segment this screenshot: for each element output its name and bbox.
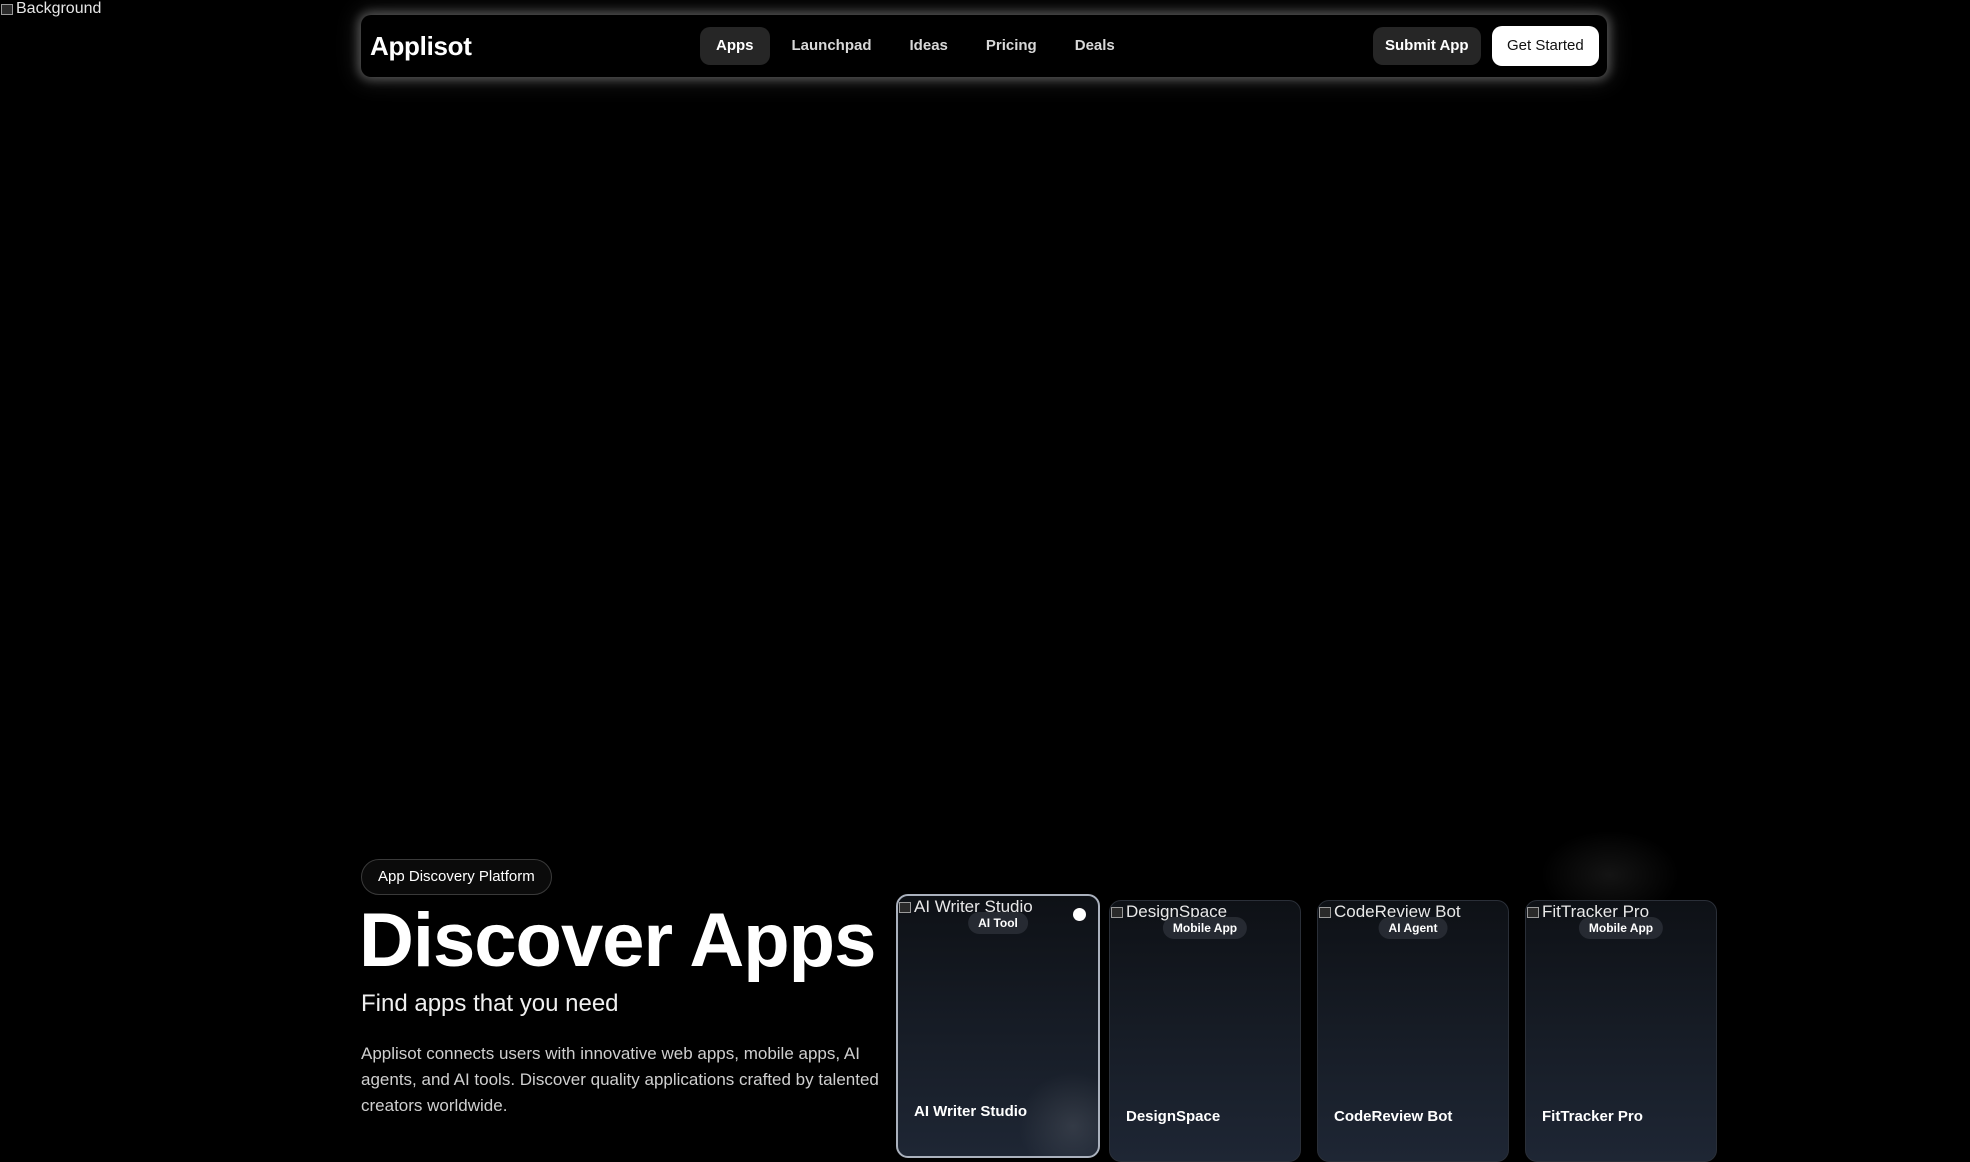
card-title: CodeReview Bot	[1334, 1108, 1453, 1125]
broken-image-icon	[1526, 905, 1540, 919]
card-indicator-dot	[1073, 908, 1086, 921]
background-alt-text: Background	[16, 0, 102, 17]
nav-link-deals[interactable]: Deals	[1059, 27, 1131, 65]
broken-image-icon	[1318, 905, 1332, 919]
app-card-designspace[interactable]: DesignSpace Mobile App DesignSpace	[1109, 900, 1301, 1162]
nav-link-pricing[interactable]: Pricing	[970, 27, 1053, 65]
app-card-codereview-bot[interactable]: CodeReview Bot AI Agent CodeReview Bot	[1317, 900, 1509, 1162]
broken-image-icon	[898, 900, 912, 914]
nav-link-launchpad[interactable]: Launchpad	[776, 27, 888, 65]
card-title: DesignSpace	[1126, 1108, 1221, 1125]
get-started-button[interactable]: Get Started	[1492, 26, 1599, 66]
card-category-badge: Mobile App	[1578, 917, 1664, 939]
card-title: AI Writer Studio	[914, 1103, 1028, 1120]
app-card-fittracker-pro[interactable]: FitTracker Pro Mobile App FitTracker Pro	[1525, 900, 1717, 1162]
card-title: FitTracker Pro	[1542, 1108, 1643, 1125]
brand-logo[interactable]: Applisot	[370, 31, 472, 62]
nav-link-apps[interactable]: Apps	[700, 27, 770, 65]
hero-badge: App Discovery Platform	[361, 859, 552, 895]
card-category-badge: Mobile App	[1162, 917, 1248, 939]
submit-app-button[interactable]: Submit App	[1373, 27, 1481, 65]
background-image-placeholder: Background	[0, 0, 101, 18]
nav-link-ideas[interactable]: Ideas	[894, 27, 964, 65]
broken-image-icon	[0, 2, 14, 16]
card-category-badge: AI Tool	[968, 912, 1028, 934]
top-navbar: Applisot Apps Launchpad Ideas Pricing De…	[361, 15, 1607, 77]
hero-description: Applisot connects users with innovative …	[361, 1044, 879, 1115]
hero-title: Discover Apps	[359, 898, 876, 983]
hero-subtitle: Find apps that you need	[361, 990, 619, 1017]
card-category-badge: AI Agent	[1378, 917, 1448, 939]
broken-image-icon	[1110, 905, 1124, 919]
app-card-ai-writer-studio[interactable]: AI Writer Studio AI Tool AI Writer Studi…	[896, 894, 1100, 1158]
nav-links: Apps Launchpad Ideas Pricing Deals	[700, 27, 1131, 65]
